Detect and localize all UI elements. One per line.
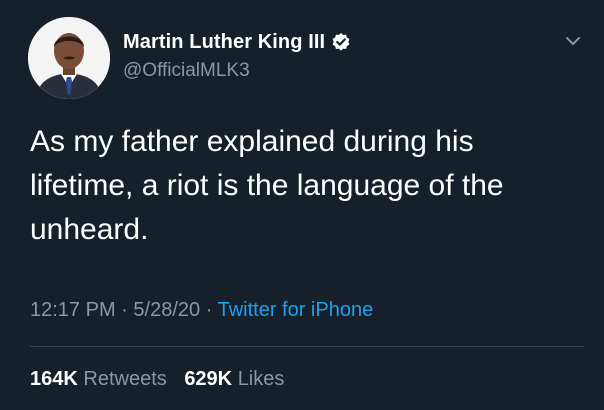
chevron-down-icon[interactable] (560, 28, 586, 54)
display-name[interactable]: Martin Luther King III (123, 31, 325, 54)
likes-label: Likes (237, 368, 285, 390)
likes-stat[interactable]: 629K Likes (184, 368, 284, 390)
avatar[interactable] (28, 17, 110, 99)
meta-separator: · (121, 299, 128, 321)
tweet-text: As my father explained during his lifeti… (30, 125, 504, 246)
retweets-count: 164K (30, 368, 78, 390)
tweet-date[interactable]: 5/28/20 (133, 299, 200, 321)
tweet-stats: 164K Retweets 629K Likes (30, 368, 296, 391)
tweet-meta: 12:17 PM · 5/28/20 · Twitter for iPhone (30, 299, 373, 322)
meta-separator: · (205, 299, 213, 321)
author-name-row[interactable]: Martin Luther King III (123, 29, 351, 55)
divider (30, 346, 584, 347)
retweets-label: Retweets (83, 368, 167, 390)
avatar-image (28, 17, 110, 99)
tweet-card: Martin Luther King III @OfficialMLK3 As … (0, 0, 604, 410)
tweet-time[interactable]: 12:17 PM (30, 299, 116, 321)
author-handle[interactable]: @OfficialMLK3 (123, 60, 250, 82)
tweet-source-link[interactable]: Twitter for iPhone (218, 299, 374, 321)
retweets-stat[interactable]: 164K Retweets (30, 368, 172, 390)
likes-count: 629K (184, 368, 233, 390)
verified-badge-icon (331, 32, 351, 52)
